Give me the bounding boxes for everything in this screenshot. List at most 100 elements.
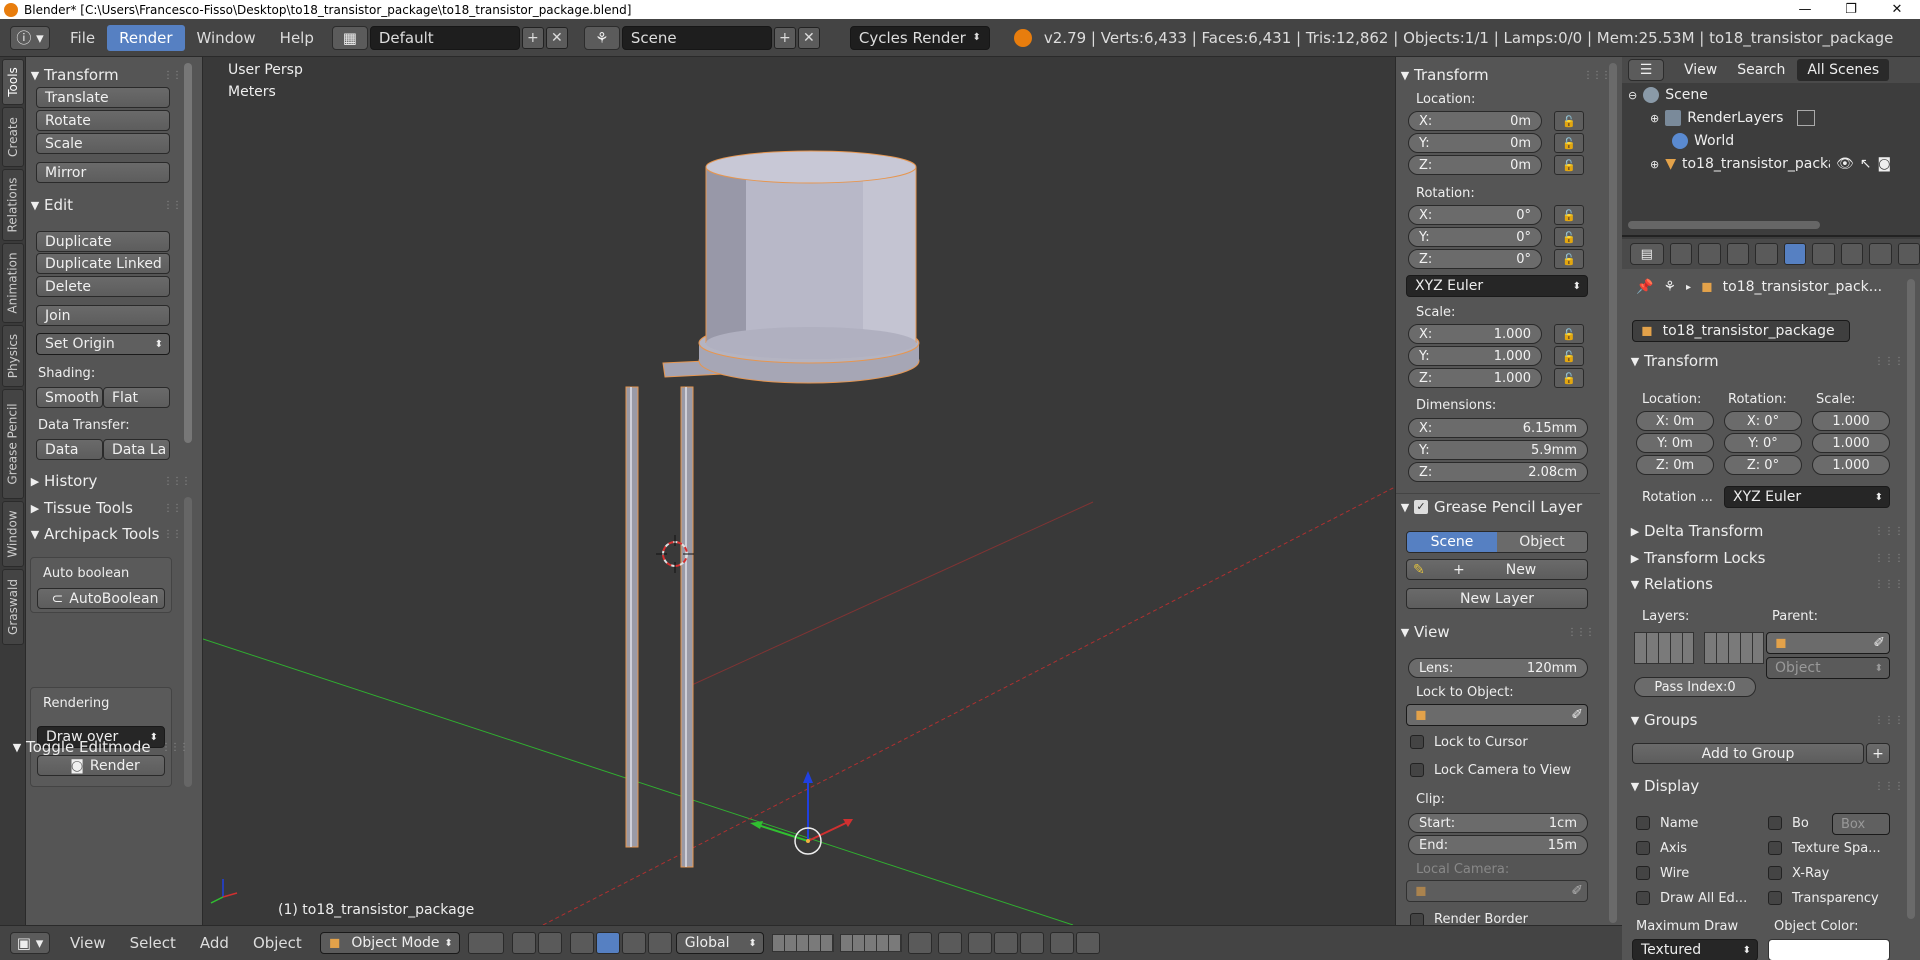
prop-rotation-x[interactable]: X: 0° [1724,411,1802,431]
bounds-type-dropdown[interactable]: Box [1832,813,1890,835]
grease-pencil-source-toggle[interactable]: Scene Object [1406,531,1588,553]
maximum-draw-dropdown[interactable]: Textured ⬍ [1632,939,1758,960]
xray-checkbox[interactable] [1768,866,1782,880]
rotation-x-field[interactable]: X: 0° [1408,205,1542,225]
clip-end-field[interactable]: End: 15m [1408,835,1588,855]
translate-manipulator-icon[interactable] [595,932,620,954]
expand-icon[interactable]: ⊕ [1650,112,1659,125]
location-z-field[interactable]: Z: 0m [1408,155,1542,175]
location-y-field[interactable]: Y: 0m [1408,133,1542,153]
manipulator-toggle-icon[interactable] [569,932,594,954]
scene-context-icon[interactable] [1726,243,1750,265]
pin-icon[interactable]: 📌 [1636,279,1653,295]
rotation-mode-dropdown[interactable]: XYZ Euler ⬍ [1406,275,1588,297]
toggle-editmode-panel-header[interactable]: ▼ Toggle Editmode ⋮⋮⋮ [8,735,189,759]
local-camera-field[interactable]: ◼ ✐ [1406,880,1588,902]
scene-layers-grid-left[interactable] [771,934,834,952]
menu-file[interactable]: File [58,25,107,51]
display-wire-checkbox[interactable] [1636,866,1650,880]
tab-physics[interactable]: Physics [2,325,24,387]
rotate-button[interactable]: Rotate [36,110,170,131]
lock-location-y-icon[interactable]: 🔓 [1554,133,1584,153]
data-layout-button[interactable]: Data La [103,439,170,460]
outliner-renderlayers-row[interactable]: ⊕ RenderLayers [1650,110,1816,126]
render-border-checkbox[interactable] [1410,913,1424,925]
interaction-mode-dropdown[interactable]: ◼ Object Mode ⬍ [319,932,460,954]
transform-locks-header[interactable]: ▶ Transform Locks ⋮⋮⋮ [1622,546,1912,570]
visibility-eye-icon[interactable]: 👁 [1836,156,1854,172]
maximize-button[interactable]: ❐ [1828,2,1874,17]
prop-scale-x[interactable]: 1.000 [1812,411,1890,431]
new-layer-button[interactable]: New Layer [1406,588,1588,609]
n-transform-header[interactable]: ▼ Transform ⋮⋮⋮ [1396,63,1616,87]
minimize-button[interactable]: — [1782,2,1828,17]
rotation-z-field[interactable]: Z: 0° [1408,249,1542,269]
pivot-point-icon[interactable] [511,932,536,954]
duplicate-linked-button[interactable]: Duplicate Linked [36,253,170,274]
grease-pencil-layer-header[interactable]: ▼ ✓ Grease Pencil Layer [1396,495,1600,519]
delta-transform-header[interactable]: ▶ Delta Transform ⋮⋮⋮ [1622,519,1912,543]
dimension-y-field[interactable]: Y: 5.9mm [1408,440,1588,460]
remove-screen-icon[interactable]: ✕ [545,26,568,49]
prop-rotation-mode-dropdown[interactable]: XYZ Euler ⬍ [1724,486,1890,508]
dimension-x-field[interactable]: X: 6.15mm [1408,418,1588,438]
tab-create[interactable]: Create [2,107,24,167]
prop-scale-y[interactable]: 1.000 [1812,433,1890,453]
transparency-checkbox[interactable] [1768,891,1782,905]
world-context-icon[interactable] [1755,243,1778,265]
modifiers-context-icon[interactable] [1840,243,1864,265]
prop-location-z[interactable]: Z: 0m [1636,455,1714,475]
properties-scrollbar[interactable] [1907,279,1915,919]
lock-location-x-icon[interactable]: 🔓 [1554,111,1584,131]
collapse-icon[interactable]: ⊖ [1628,89,1637,102]
lens-field[interactable]: Lens: 120mm [1408,658,1588,678]
opengl-render-animation-icon[interactable] [1075,932,1100,954]
menu-select[interactable]: Select [118,934,188,952]
lock-rotation-z-icon[interactable]: 🔓 [1554,249,1584,269]
outliner-scene-row[interactable]: ⊖ Scene [1628,87,1708,103]
lock-scale-x-icon[interactable]: 🔓 [1554,324,1584,344]
transform-orientation-dropdown[interactable]: Global ⬍ [675,932,764,954]
outliner-object-row[interactable]: ⊕▼to18_transistor_package👁↖◙ [1650,156,1910,172]
pass-index-field[interactable]: Pass Index:0 [1634,677,1756,697]
outliner-view-menu[interactable]: View [1684,62,1717,78]
duplicate-button[interactable]: Duplicate [36,231,170,252]
render-camera-icon[interactable]: ◙ [1878,156,1892,172]
render-engine-dropdown[interactable]: Cycles Render ⬍ [849,25,990,50]
lock-scale-y-icon[interactable]: 🔓 [1554,346,1584,366]
tab-tools[interactable]: Tools [2,59,24,105]
prop-location-y[interactable]: Y: 0m [1636,433,1714,453]
opengl-render-image-icon[interactable] [1049,932,1074,954]
snap-element-icon[interactable] [993,932,1018,954]
scene-layers-grid-right[interactable] [839,934,902,952]
set-origin-dropdown[interactable]: Set Origin ⬍ [36,333,170,355]
draw-all-edges-checkbox[interactable] [1636,891,1650,905]
outliner-hscrollbar[interactable] [1628,221,1820,229]
scene-dropdown[interactable]: Scene [621,25,772,50]
lock-to-object-field[interactable]: ◼ ✐ [1406,704,1588,726]
tab-graswald[interactable]: Graswald [2,569,24,645]
selectable-cursor-icon[interactable]: ↖ [1860,156,1872,172]
relations-header[interactable]: ▼ Relations ⋮⋮⋮ [1622,572,1912,596]
3d-viewport[interactable]: User Persp Meters (1) to18_transistor_pa… [203,57,1395,925]
screen-layout-dropdown[interactable]: Default [369,25,520,50]
render-layers-context-icon[interactable] [1698,243,1721,265]
lock-rotation-x-icon[interactable]: 🔓 [1554,205,1584,225]
toolshelf-scrollbar[interactable] [184,63,192,443]
auto-boolean-button[interactable]: ⊂ AutoBoolean [37,588,165,609]
scale-manipulator-icon[interactable] [647,932,672,954]
outliner-search-menu[interactable]: Search [1737,62,1785,78]
grease-pencil-checkbox[interactable]: ✓ [1414,500,1428,514]
history-panel-header[interactable]: ▶ History ⋮⋮⋮ [26,469,196,493]
editor-type-info-icon[interactable]: ⓘ ▾ [10,25,50,50]
screen-layout-icon[interactable]: ▦ [331,25,368,50]
menu-view[interactable]: View [58,934,118,952]
lock-layers-icon[interactable] [907,932,932,954]
object-name-field[interactable]: ◼ to18_transistor_package [1632,320,1850,342]
render-context-icon[interactable] [1669,243,1693,265]
smooth-shading-button[interactable]: Smooth [36,387,103,408]
menu-add[interactable]: Add [188,934,241,952]
display-header[interactable]: ▼ Display ⋮⋮⋮ [1622,774,1912,798]
remove-scene-icon[interactable]: ✕ [797,26,820,49]
scale-button[interactable]: Scale [36,133,170,154]
